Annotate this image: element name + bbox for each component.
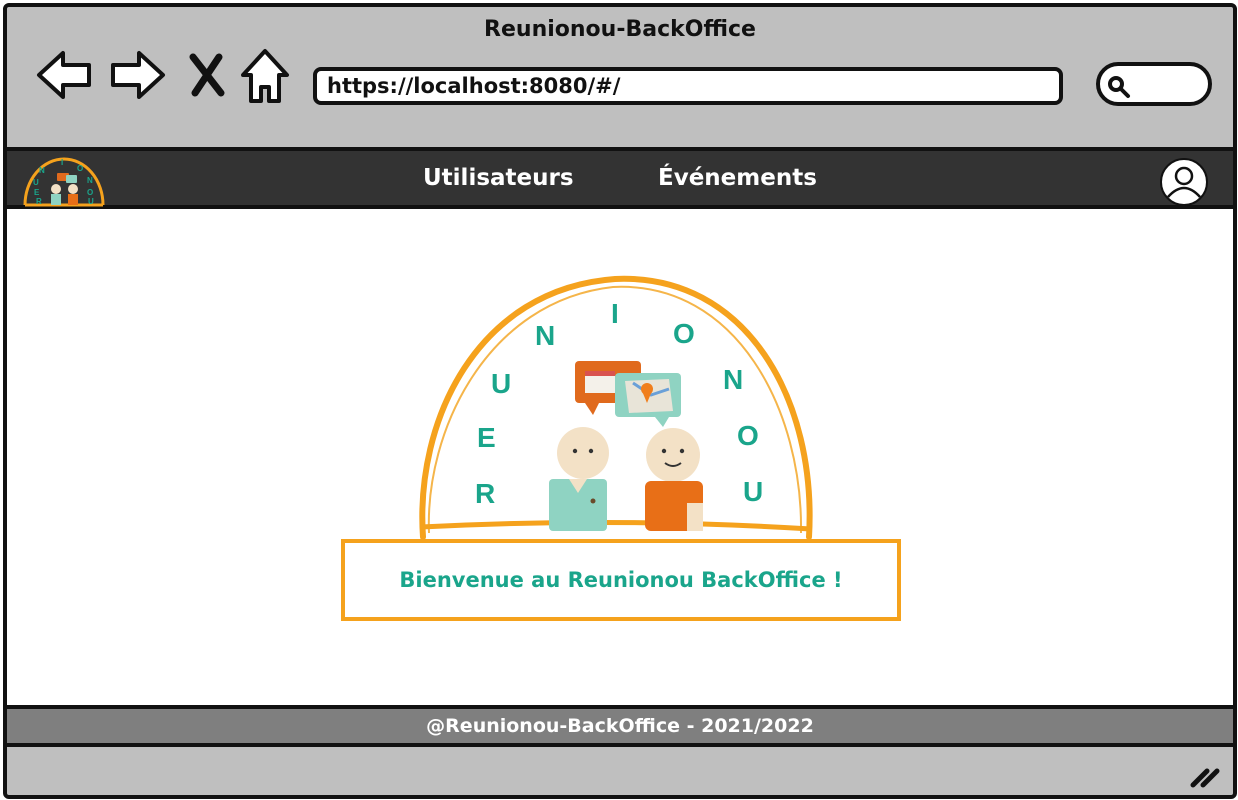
browser-search-box[interactable] [1096,62,1212,106]
logo-small-letter: E [34,188,40,197]
main-content: U E R N I O N O U Bienvenue au Reunionou… [7,209,1233,705]
home-icon[interactable] [239,47,291,107]
logo-small-letter: O [87,188,93,197]
logo-small-letter: I [61,158,63,167]
search-icon [1108,76,1130,98]
welcome-banner: Bienvenue au Reunionou BackOffice ! [341,539,901,621]
logo-small-letter: N [87,176,93,185]
resize-handle-icon[interactable] [1189,765,1223,789]
navbar-logo[interactable]: N I O U N E O R U [21,153,107,207]
logo-letter: O [737,420,759,451]
logo-letter: U [491,368,511,399]
logo-small-letter: R [36,197,42,206]
close-icon[interactable] [187,53,227,97]
nav-link-users[interactable]: Utilisateurs [423,165,574,191]
browser-window: Reunionou-BackOffice https://localhost:8… [3,3,1237,799]
logo-small-letter: U [88,197,94,206]
browser-title: Reunionou-BackOffice [484,17,756,42]
logo-letter: E [477,422,496,453]
nav-link-events[interactable]: Événements [658,165,817,191]
footer: @Reunionou-BackOffice - 2021/2022 [7,705,1233,747]
user-account-icon[interactable] [1159,157,1209,207]
back-arrow-icon[interactable] [35,47,95,103]
person-right-illustration [645,428,703,531]
logo-small-letter: U [33,178,39,187]
map-bubble-icon [615,373,681,427]
logo-letter: O [673,318,695,349]
logo-letter: N [723,364,743,395]
logo-letter: R [475,478,495,509]
logo-small-letter: O [77,164,83,173]
address-bar[interactable]: https://localhost:8080/#/ [313,67,1063,105]
logo-letter: U [743,476,763,507]
logo-small-letter: N [39,166,45,175]
reunionou-logo: U E R N I O N O U [419,275,813,540]
logo-letter: I [611,298,619,329]
top-navbar: N I O U N E O R U Utilisateurs Événement… [7,147,1233,209]
person-left-illustration [549,427,609,531]
forward-arrow-icon[interactable] [107,47,167,103]
logo-letter: N [535,320,555,351]
